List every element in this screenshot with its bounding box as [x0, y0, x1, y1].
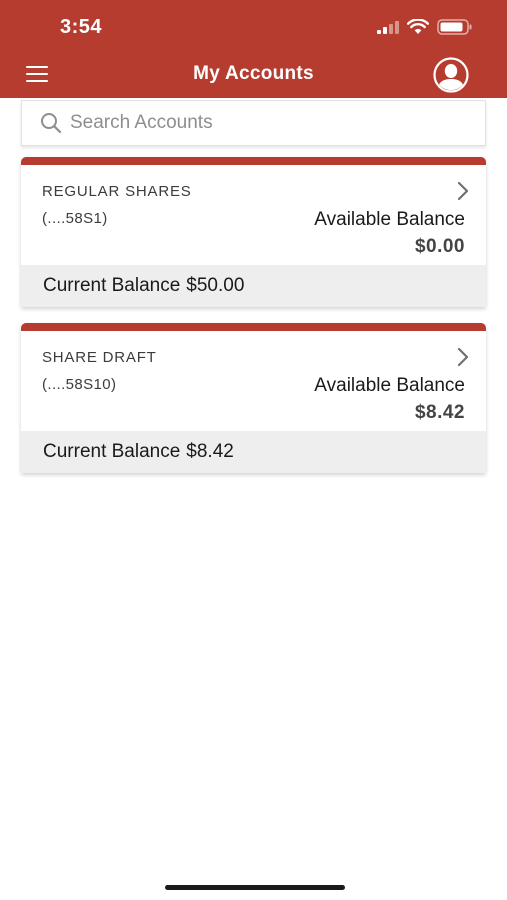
available-balance-label: Available Balance — [314, 209, 465, 230]
chevron-right-icon — [457, 181, 469, 201]
account-number: (....58S10) — [42, 376, 117, 393]
cellular-signal-icon — [377, 20, 399, 34]
account-number: (....58S1) — [42, 210, 108, 227]
page-title: My Accounts — [193, 63, 314, 84]
current-balance-label: Current Balance — [43, 275, 181, 296]
available-balance-value: $0.00 — [414, 236, 465, 257]
current-balance-row: Current Balance $8.42 — [21, 431, 486, 473]
current-balance-label: Current Balance — [43, 441, 181, 462]
current-balance-row: Current Balance $50.00 — [21, 265, 486, 307]
search-input[interactable] — [70, 112, 470, 134]
account-name: SHARE DRAFT — [42, 349, 157, 366]
search-icon — [41, 113, 62, 134]
wifi-icon — [407, 19, 429, 34]
status-time: 3:54 — [60, 16, 103, 38]
search-bar[interactable] — [21, 100, 486, 146]
current-balance-value: $50.00 — [186, 275, 245, 296]
app-header: 3:54 My Accounts — [0, 0, 507, 98]
account-card-share-draft[interactable]: SHARE DRAFT (....58S10) Available Balanc… — [21, 323, 486, 473]
status-icons — [377, 18, 473, 36]
home-indicator[interactable] — [165, 885, 345, 890]
available-balance-value: $8.42 — [414, 402, 465, 423]
current-balance-value: $8.42 — [186, 441, 234, 462]
account-card-regular-shares[interactable]: REGULAR SHARES (....58S1) Available Bala… — [21, 157, 486, 307]
available-balance-label: Available Balance — [314, 375, 465, 396]
chevron-right-icon — [457, 347, 469, 367]
account-name: REGULAR SHARES — [42, 183, 192, 200]
user-profile-icon[interactable] — [432, 56, 470, 94]
battery-icon — [437, 19, 472, 35]
